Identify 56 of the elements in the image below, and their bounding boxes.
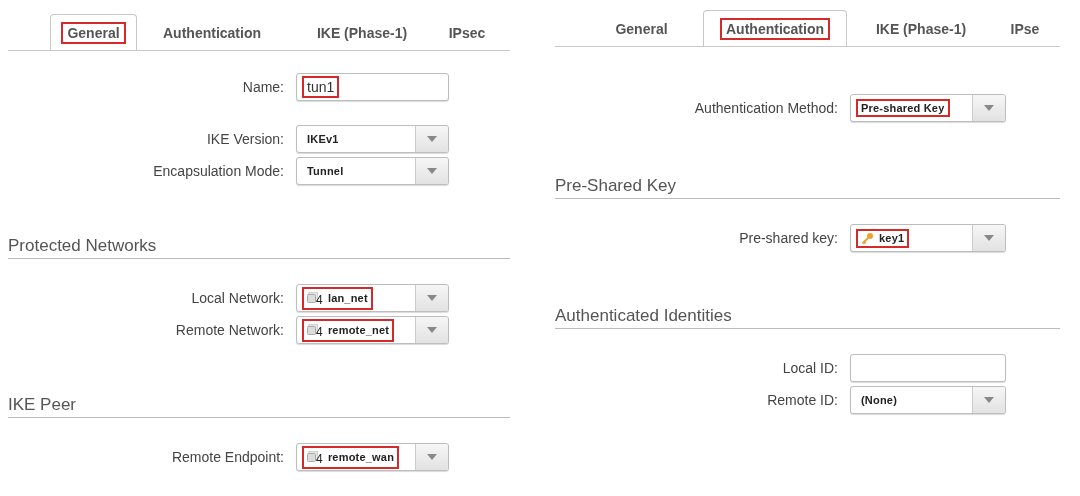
tab[interactable]: Authentication bbox=[137, 14, 287, 50]
section-heading: Protected Networks bbox=[8, 236, 510, 259]
dropdown[interactable]: Tunnel bbox=[296, 157, 449, 185]
tab[interactable]: IPsec bbox=[437, 14, 497, 50]
caret-icon[interactable] bbox=[984, 235, 994, 241]
network-icon bbox=[307, 324, 318, 336]
text-field[interactable]: tun1 bbox=[296, 73, 449, 101]
field-label: Encapsulation Mode: bbox=[152, 163, 285, 179]
field-value: key1 bbox=[879, 232, 905, 244]
field-label: Pre-shared key: bbox=[738, 230, 839, 246]
ip-version-label: 4 bbox=[316, 324, 323, 339]
dropdown[interactable]: 4 lan_net bbox=[296, 284, 449, 312]
field-value: tun1 bbox=[307, 79, 335, 95]
caret-icon[interactable] bbox=[984, 397, 994, 403]
caret-icon[interactable] bbox=[427, 295, 437, 301]
section-heading: Pre-Shared Key bbox=[555, 176, 1060, 199]
field-value: IKEv1 bbox=[307, 133, 339, 145]
field-label: Remote ID: bbox=[766, 392, 839, 408]
field-value: lan_net bbox=[327, 292, 368, 304]
tab[interactable]: General bbox=[580, 10, 703, 46]
ip-version-label: 4 bbox=[316, 292, 323, 307]
text-field[interactable] bbox=[850, 354, 1006, 382]
dropdown[interactable]: key1 bbox=[850, 224, 1006, 252]
field-value: (None) bbox=[861, 394, 898, 406]
caret-icon[interactable] bbox=[427, 136, 437, 142]
field-value: remote_net bbox=[327, 324, 390, 336]
field-label: Remote Endpoint: bbox=[170, 449, 285, 465]
section-heading: IKE Peer bbox=[8, 395, 510, 418]
caret-icon[interactable] bbox=[427, 327, 437, 333]
caret-icon[interactable] bbox=[427, 454, 437, 460]
field-label: IKE Version: bbox=[205, 131, 285, 147]
tab[interactable]: General bbox=[50, 14, 137, 50]
network-icon bbox=[307, 451, 318, 463]
field-value: remote_wan bbox=[327, 451, 395, 463]
ip-version-label: 4 bbox=[316, 451, 323, 466]
tab[interactable]: IKE (Phase-1) bbox=[847, 10, 995, 46]
dropdown[interactable]: Pre-shared Key bbox=[850, 94, 1006, 122]
field-value: Pre-shared Key bbox=[861, 102, 945, 114]
section-heading: Authenticated Identities bbox=[555, 306, 1060, 329]
tab[interactable]: IPse bbox=[995, 10, 1055, 46]
field-label: Name: bbox=[241, 79, 285, 95]
dropdown[interactable]: (None) bbox=[850, 386, 1006, 414]
field-label: Authentication Method: bbox=[693, 100, 839, 116]
dropdown[interactable]: 4 remote_net bbox=[296, 316, 449, 344]
tab[interactable]: Authentication bbox=[703, 10, 847, 46]
caret-icon[interactable] bbox=[984, 105, 994, 111]
field-label: Local Network: bbox=[190, 290, 285, 306]
caret-icon[interactable] bbox=[427, 168, 437, 174]
key-icon bbox=[861, 231, 874, 245]
field-label: Remote Network: bbox=[174, 322, 285, 338]
network-icon bbox=[307, 292, 318, 304]
field-label: Local ID: bbox=[781, 360, 839, 376]
tab[interactable]: IKE (Phase-1) bbox=[287, 14, 437, 50]
field-value: Tunnel bbox=[307, 165, 344, 177]
dropdown[interactable]: 4 remote_wan bbox=[296, 443, 449, 471]
dropdown[interactable]: IKEv1 bbox=[296, 125, 449, 153]
